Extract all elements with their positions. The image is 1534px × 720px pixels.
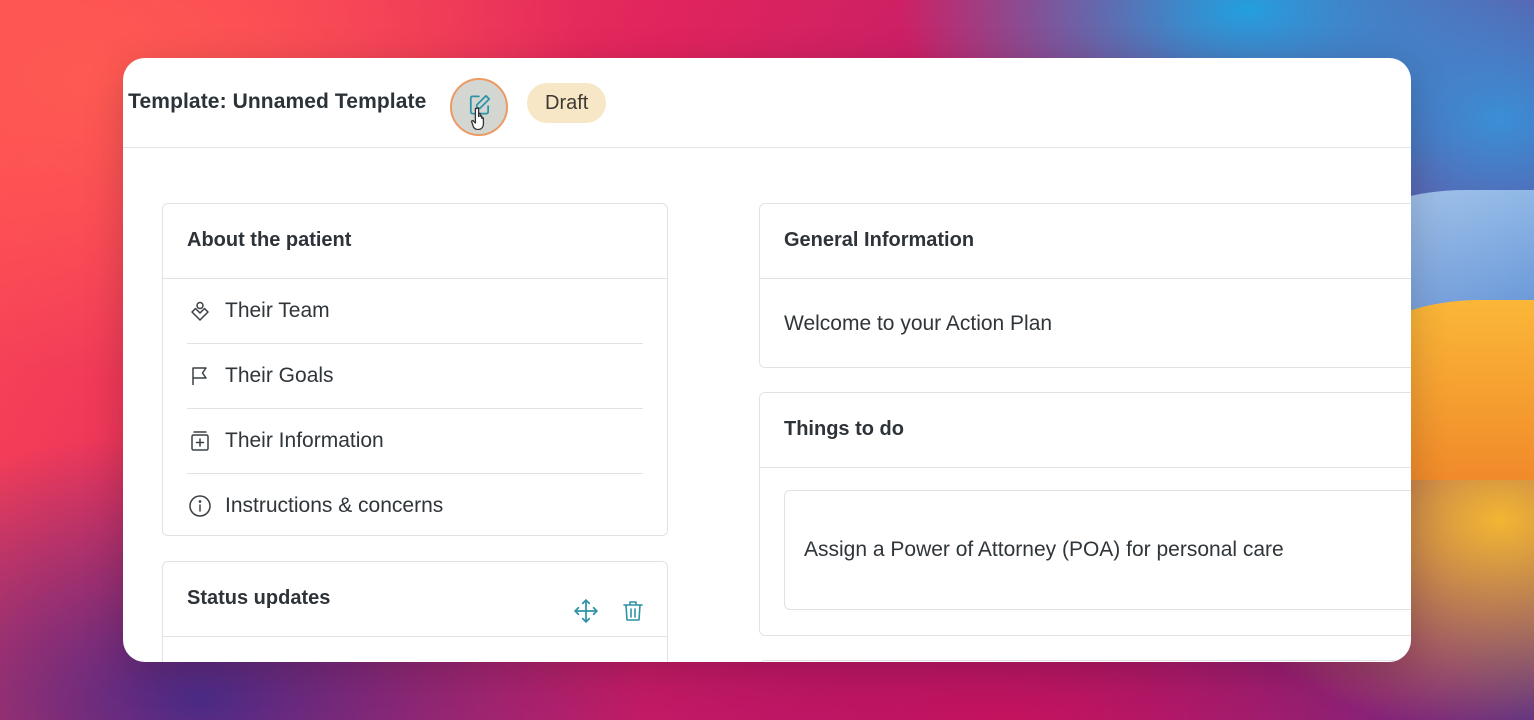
info-circle-icon <box>187 493 213 519</box>
app-window: ew Template: Unnamed Template Draft Abou… <box>123 58 1411 662</box>
nav-item-label: Instructions & concerns <box>225 494 444 517</box>
card-title: General Information <box>760 204 1411 279</box>
trash-icon[interactable] <box>621 582 645 654</box>
nav-item-instructions[interactable]: Instructions & concerns <box>187 474 643 538</box>
things-to-do-card: Things to do Assign a Power of Attorney … <box>759 392 1411 636</box>
desktop-background: ew Template: Unnamed Template Draft Abou… <box>0 0 1534 720</box>
nav-item-label: Their Information <box>225 429 384 452</box>
nav-item-label: Their Goals <box>225 364 334 387</box>
nav-item-their-information[interactable]: Their Information <box>187 409 643 474</box>
card-title-text: Status updates <box>187 587 331 609</box>
nav-item-label: Their Team <box>225 299 330 322</box>
task-item[interactable]: Assign a Power of Attorney (POA) for per… <box>784 490 1411 610</box>
card-actions <box>573 582 645 654</box>
general-information-card: General Information Welcome to your Acti… <box>759 203 1411 368</box>
status-badge: Draft <box>527 83 607 123</box>
info-box-icon <box>187 428 213 454</box>
edit-title-button[interactable] <box>450 78 508 136</box>
nav-item-their-goals[interactable]: Their Goals <box>187 344 643 409</box>
about-patient-card: About the patient Their Team Their Goals… <box>162 203 668 536</box>
general-information-text: Welcome to your Action Plan <box>784 312 1053 335</box>
patient-nav-list: Their Team Their Goals Their Information… <box>163 279 667 538</box>
next-card <box>759 660 1411 662</box>
team-icon <box>187 298 213 324</box>
page-title: ew Template: Unnamed Template <box>123 90 427 113</box>
status-updates-card: Status updates <box>162 561 668 662</box>
page-header: ew Template: Unnamed Template Draft <box>123 58 1411 148</box>
move-icon[interactable] <box>573 582 599 654</box>
card-title: About the patient <box>163 204 667 279</box>
cursor-hand-icon <box>471 107 485 130</box>
nav-item-their-team[interactable]: Their Team <box>187 279 643 344</box>
flag-icon <box>187 363 213 389</box>
card-title: Status updates <box>163 562 667 637</box>
card-title: Things to do <box>760 393 1411 468</box>
